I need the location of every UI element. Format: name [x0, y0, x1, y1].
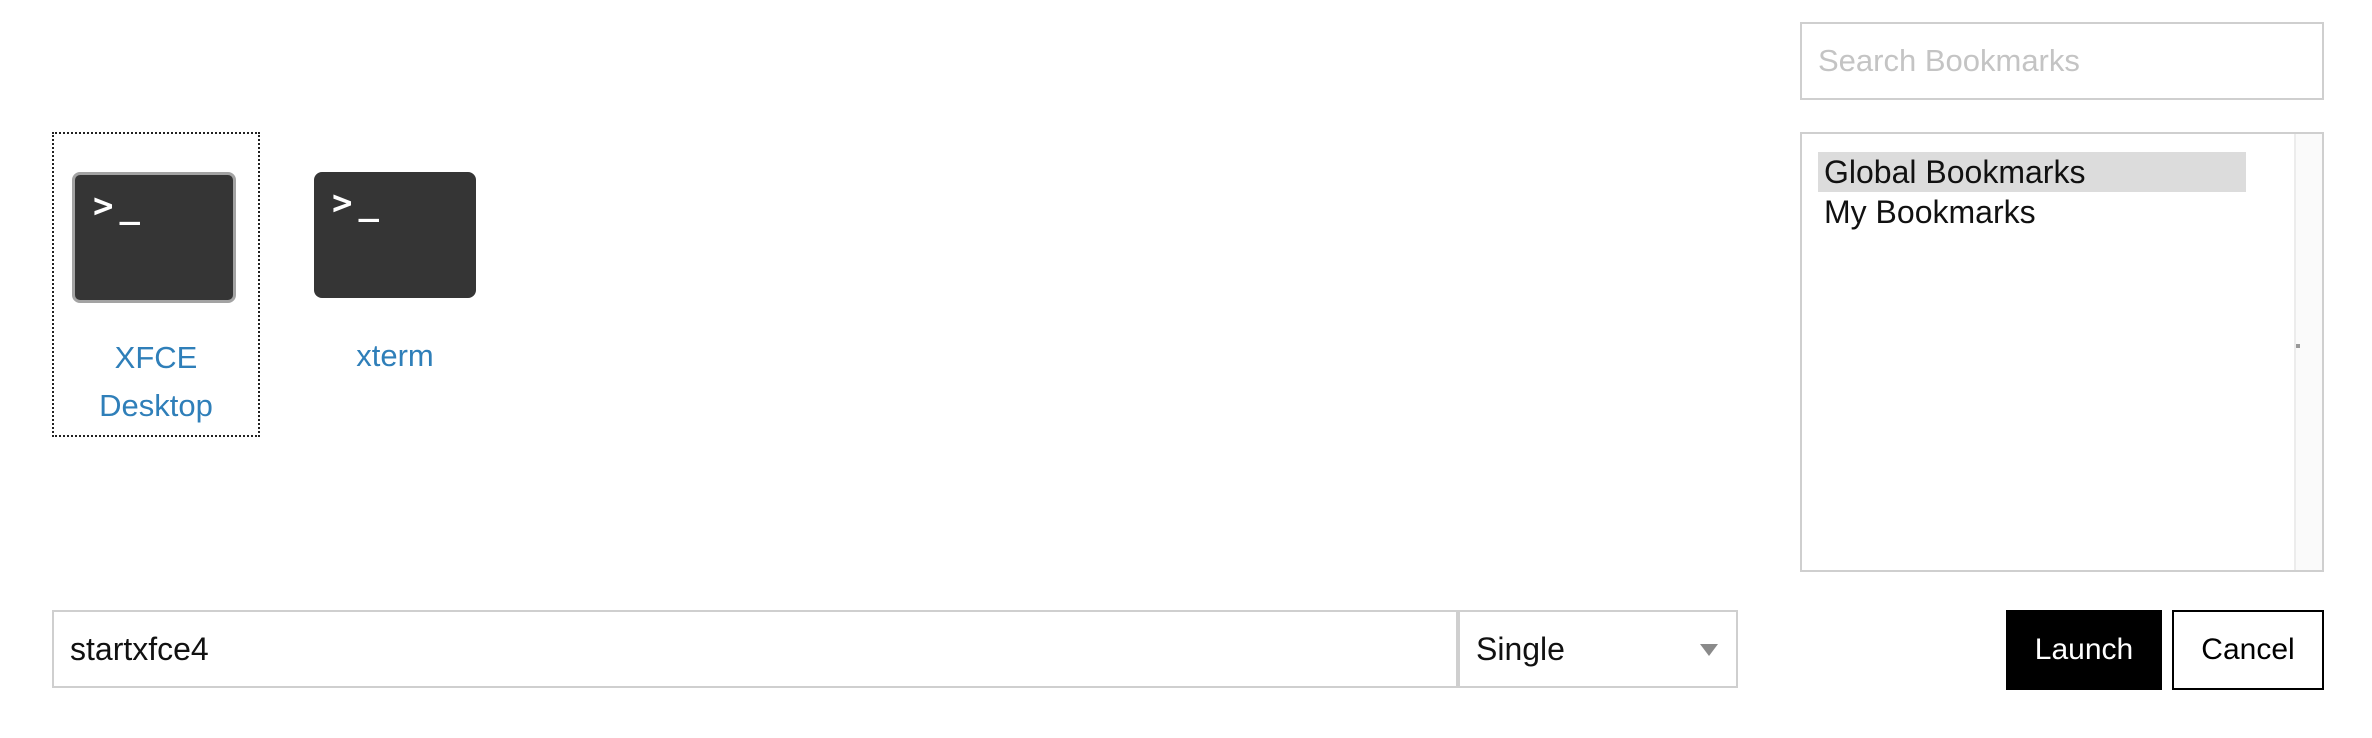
app-label-line1: xterm [356, 338, 434, 373]
mode-select[interactable]: Single [1458, 610, 1738, 688]
cancel-button[interactable]: Cancel [2172, 610, 2324, 690]
bookmark-list-scrollbar[interactable] [2294, 134, 2322, 570]
app-label-line1: XFCE [114, 340, 198, 375]
scrollbar-marker [2296, 344, 2300, 348]
bookmark-item-my[interactable]: My Bookmarks [1818, 192, 2246, 232]
app-tile-xfce-desktop[interactable]: >_ XFCE Desktop [52, 132, 260, 437]
app-label: xterm [300, 332, 490, 380]
terminal-icon: >_ [72, 172, 236, 303]
launch-button[interactable]: Launch [2006, 610, 2162, 690]
command-input[interactable] [52, 610, 1458, 688]
app-label: XFCE Desktop [54, 334, 258, 430]
chevron-down-icon [1700, 644, 1718, 656]
mode-select-value: Single [1476, 631, 1565, 667]
bookmark-search-input[interactable] [1800, 22, 2324, 100]
app-tile-xterm[interactable]: >_ xterm [300, 132, 490, 392]
app-label-line2: Desktop [99, 388, 213, 423]
terminal-prompt-glyph: >_ [332, 183, 385, 223]
bookmark-item-global[interactable]: Global Bookmarks [1818, 152, 2246, 192]
bookmark-list[interactable]: Global Bookmarks My Bookmarks [1800, 132, 2324, 572]
terminal-prompt-glyph: >_ [93, 186, 146, 226]
terminal-icon: >_ [314, 172, 476, 298]
